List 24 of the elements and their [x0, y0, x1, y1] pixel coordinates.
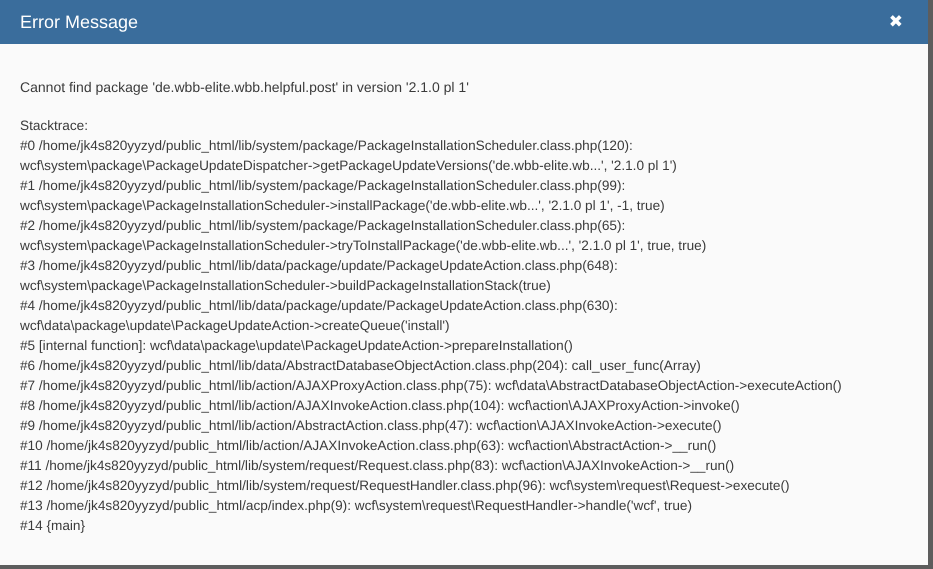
stacktrace-line: wcf\system\package\PackageInstallationScheduler->buildPackageInstallationStack(true) [20, 277, 552, 295]
stacktrace-line: wcf\data\package\update\PackageUpdateAction->createQueue('install') [20, 317, 451, 335]
stacktrace-line: #11 /home/jk4s820yyzyd/public_html/lib/system/request/Request.class.php(83): wcf\action\AJAXInvokeAction->__run() [20, 457, 736, 475]
stacktrace-line: #8 /home/jk4s820yyzyd/public_html/lib/action/AJAXInvokeAction.class.php(104): wcf\action\AJAXProxyAction->invoke() [20, 397, 741, 415]
stacktrace-line: #13 /home/jk4s820yyzyd/public_html/acp/index.php(9): wcf\system\request\RequestHandler->handle('wcf', true) [20, 497, 693, 515]
close-button[interactable]: ✖ [884, 14, 908, 30]
stacktrace-line: #4 /home/jk4s820yyzyd/public_html/lib/data/package/update/PackageUpdateAction.class.php(630): [20, 297, 619, 315]
stacktrace-line: wcf\system\package\PackageUpdateDispatcher->getPackageUpdateVersions('de.wbb-elite.wb...', '2.1.0 pl 1') [20, 157, 678, 175]
stacktrace-line: wcf\system\package\PackageInstallationScheduler->tryToInstallPackage('de.wbb-elite.wb...', '2.1.0 pl 1', true, true) [20, 237, 708, 255]
dialog-title: Error Message [20, 12, 138, 32]
stacktrace-line: #9 /home/jk4s820yyzyd/public_html/lib/action/AbstractAction.class.php(47): wcf\action\AJAXInvokeAction->execute() [20, 417, 723, 435]
stacktrace-line: #10 /home/jk4s820yyzyd/public_html/lib/action/AJAXInvokeAction.class.php(63): wcf\action\AbstractAction->__run() [20, 437, 718, 455]
stacktrace-line: #3 /home/jk4s820yyzyd/public_html/lib/data/package/update/PackageUpdateAction.class.php(648): [20, 257, 619, 275]
stacktrace-label: Stacktrace: [20, 117, 89, 135]
stacktrace-line: #12 /home/jk4s820yyzyd/public_html/lib/system/request/RequestHandler.class.php(96): wcf\system\request\Request->execute() [20, 477, 791, 495]
stacktrace-line: #0 /home/jk4s820yyzyd/public_html/lib/system/package/PackageInstallationScheduler.class.php(120): [20, 137, 634, 155]
stacktrace-line: #5 [internal function]: wcf\data\package\update\PackageUpdateAction->prepareInstallation() [20, 337, 574, 355]
stacktrace-line: #14 {main} [20, 517, 86, 535]
stacktrace-line: wcf\system\package\PackageInstallationScheduler->installPackage('de.wbb-elite.wb...', '2.1.0 pl 1', -1, true) [20, 197, 666, 215]
stacktrace-line: #1 /home/jk4s820yyzyd/public_html/lib/system/package/PackageInstallationScheduler.class.php(99): [20, 177, 626, 195]
stacktrace-line: #6 /home/jk4s820yyzyd/public_html/lib/data/AbstractDatabaseObjectAction.class.php(204): call_user_func(Array) [20, 357, 702, 375]
stacktrace-line: #7 /home/jk4s820yyzyd/public_html/lib/action/AJAXProxyAction.class.php(75): wcf\data\AbstractDatabaseObjectAction->executeAction() [20, 377, 843, 395]
error-message: Cannot find package 'de.wbb-elite.wbb.helpful.post' in version '2.1.0 pl 1' [20, 78, 470, 97]
stacktrace-line: #2 /home/jk4s820yyzyd/public_html/lib/system/package/PackageInstallationScheduler.class.php(65): [20, 217, 626, 235]
